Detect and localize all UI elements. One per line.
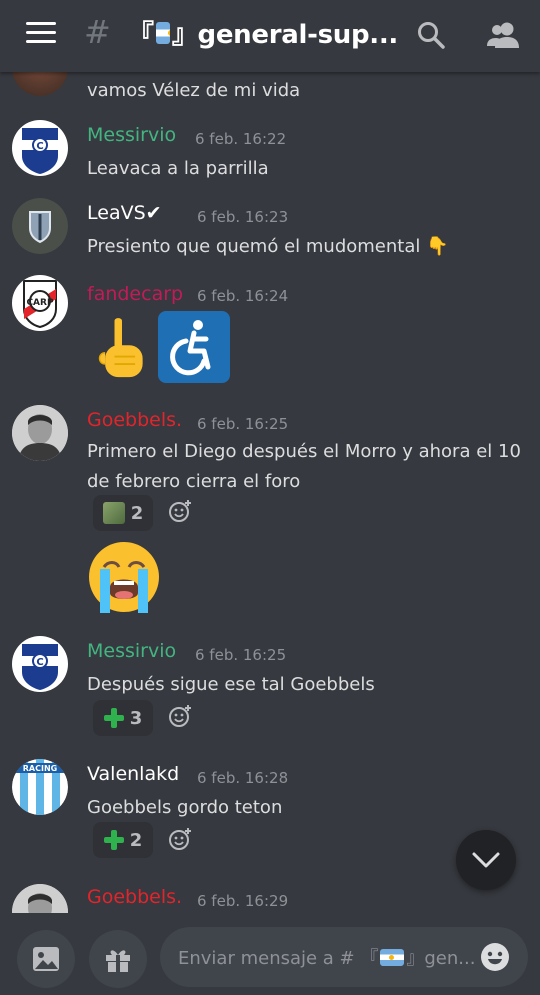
svg-text:CARP: CARP <box>26 298 54 308</box>
author-name[interactable]: Goebbels. <box>87 886 182 908</box>
add-reaction-icon[interactable] <box>168 499 192 523</box>
reaction-count: 2 <box>130 502 144 524</box>
author-name[interactable]: fandecarp <box>87 283 183 305</box>
svg-text:RACING: RACING <box>23 764 57 773</box>
attach-image-button[interactable] <box>17 930 75 988</box>
message-input[interactable]: Enviar mensaje a # 『 』gen... <box>160 927 528 987</box>
wheelchair-emoji[interactable] <box>158 311 230 383</box>
message-composer: Enviar mensaje a # 『 』gen... <box>0 913 540 995</box>
point-up-emoji[interactable] <box>92 313 152 385</box>
reaction-pill[interactable]: 3 <box>93 700 153 736</box>
timestamp: 6 feb. 16:24 <box>197 287 289 305</box>
timestamp: 6 feb. 16:22 <box>195 130 287 148</box>
emoji-picker-icon[interactable] <box>480 942 510 972</box>
heavy-plus-icon <box>103 708 124 728</box>
channel-header: # 『』general-sup... <box>0 0 540 72</box>
scroll-to-bottom-button[interactable] <box>456 830 516 890</box>
avatar[interactable]: C <box>12 120 68 176</box>
add-reaction-icon[interactable] <box>168 704 192 728</box>
timestamp: 6 feb. 16:25 <box>195 646 287 664</box>
author-name[interactable]: Messirvio <box>87 124 176 146</box>
gift-button[interactable] <box>89 930 147 988</box>
custom-emoji-icon <box>102 502 125 524</box>
avatar[interactable] <box>12 405 68 461</box>
menu-icon[interactable] <box>26 22 56 44</box>
search-icon[interactable] <box>416 20 446 50</box>
chevron-down-icon <box>472 852 500 868</box>
crying-face-emoji[interactable] <box>86 539 162 615</box>
message-text: Primero el Diego después el Morro y ahor… <box>87 441 521 492</box>
message-text: Después sigue ese tal Goebbels <box>87 674 375 695</box>
message-input-placeholder: Enviar mensaje a # 『 』gen... <box>178 944 475 970</box>
avatar[interactable]: C <box>12 636 68 692</box>
argentina-flag-icon <box>155 21 170 44</box>
reaction-count: 2 <box>129 829 143 851</box>
reaction-pill[interactable]: 2 <box>93 822 153 858</box>
channel-title[interactable]: 『』general-sup... <box>128 14 398 51</box>
author-name[interactable]: LeaVS✔ <box>87 202 162 224</box>
message-text: Goebbels gordo teton <box>87 797 283 818</box>
svg-text:C: C <box>36 657 43 668</box>
gift-icon <box>106 950 130 972</box>
message-text: Leavaca a la parrilla <box>87 158 269 179</box>
argentina-flag-icon <box>380 948 405 966</box>
message-text: Presiento que quemó el mudomental 👇 <box>87 236 449 257</box>
avatar[interactable] <box>12 198 68 254</box>
reaction-pill[interactable]: 2 <box>93 495 153 531</box>
timestamp: 6 feb. 16:29 <box>197 892 289 910</box>
author-name[interactable]: Valenlakd <box>87 763 179 785</box>
author-name[interactable]: Messirvio <box>87 640 176 662</box>
channel-title-suffix: 』general-sup... <box>171 20 398 50</box>
channel-hash-icon: # <box>84 13 111 51</box>
add-reaction-icon[interactable] <box>168 827 192 851</box>
placeholder-suffix: 』gen... <box>406 948 476 969</box>
heavy-plus-icon <box>103 830 124 850</box>
avatar[interactable]: RACING <box>12 759 68 815</box>
timestamp: 6 feb. 16:23 <box>197 208 289 226</box>
author-name[interactable]: Goebbels. <box>87 409 182 431</box>
channel-title-prefix: 『 <box>128 20 154 50</box>
image-icon <box>33 947 59 971</box>
svg-text:C: C <box>36 141 43 152</box>
members-icon[interactable] <box>486 20 520 50</box>
timestamp: 6 feb. 16:25 <box>197 415 289 433</box>
reaction-count: 3 <box>129 707 143 729</box>
placeholder-prefix: Enviar mensaje a # 『 <box>178 948 379 969</box>
avatar[interactable]: CARP <box>12 275 68 331</box>
timestamp: 6 feb. 16:28 <box>197 769 289 787</box>
message-text: vamos Vélez de mi vida <box>87 80 301 101</box>
